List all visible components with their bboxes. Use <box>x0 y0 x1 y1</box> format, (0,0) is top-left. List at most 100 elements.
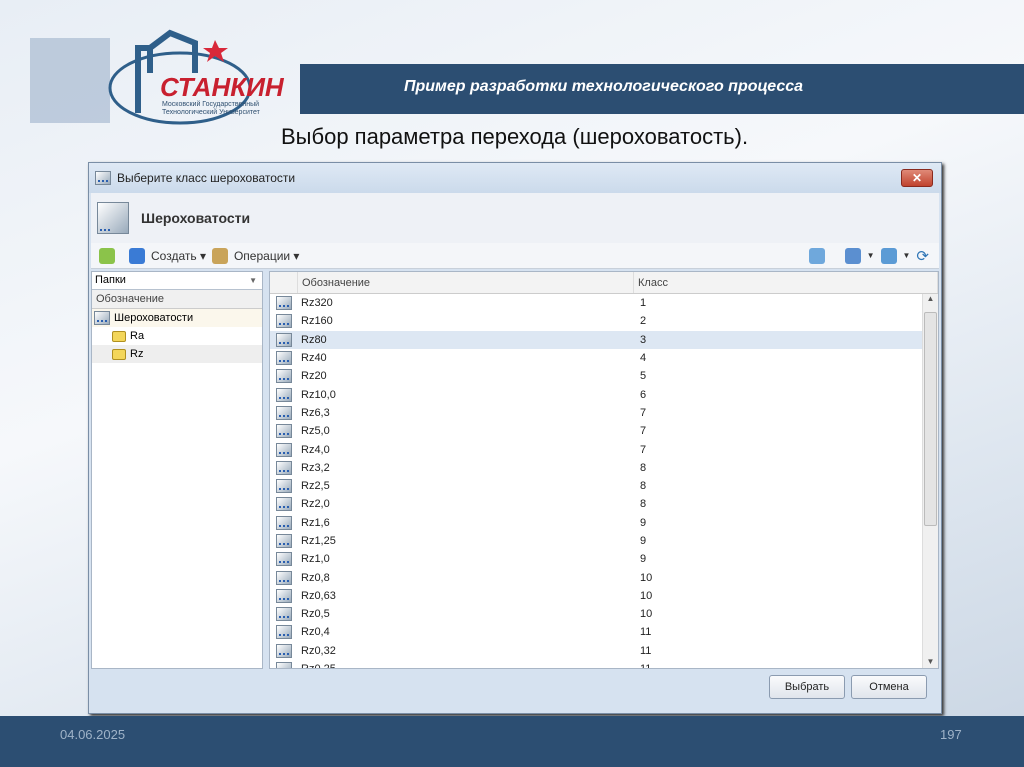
cell-class: 2 <box>640 315 647 328</box>
cell-designation: Rz0,8 <box>301 571 330 584</box>
cell-class: 1 <box>640 297 647 310</box>
cell-designation: Rz2,0 <box>301 498 330 511</box>
table-row[interactable]: Rz2,0 8 <box>270 495 938 513</box>
roughness-icon <box>276 351 292 366</box>
icon-column-header <box>270 272 298 293</box>
roughness-icon <box>276 662 292 668</box>
toolbar: Создать ▾ Операции ▾ ▼ ▼ ⟳ <box>91 243 939 269</box>
folders-selector[interactable]: Папки ▼ <box>92 272 262 290</box>
user-search-icon[interactable] <box>808 247 825 264</box>
roughness-icon <box>276 405 292 420</box>
cell-designation: Rz1,25 <box>301 535 336 547</box>
refresh-icon[interactable]: ⟳ <box>916 247 929 265</box>
scroll-up-icon[interactable]: ▲ <box>923 294 938 303</box>
roughness-icon <box>276 497 292 512</box>
edit-view-icon[interactable] <box>844 247 861 264</box>
folder-icon <box>112 330 126 342</box>
cell-designation: Rz0,5 <box>301 608 330 621</box>
cell-class: 3 <box>640 333 647 346</box>
slide-date: 04.06.2025 <box>60 727 126 742</box>
table-row[interactable]: Rz2,5 8 <box>270 477 938 495</box>
cell-class: 4 <box>640 352 647 365</box>
roughness-icon <box>276 625 292 640</box>
roughness-icon <box>276 643 292 658</box>
table-row[interactable]: Rz20 5 <box>270 367 938 385</box>
roughness-icon <box>276 479 292 494</box>
cell-class: 7 <box>640 443 647 456</box>
chevron-down-icon: ▼ <box>249 276 257 285</box>
table-row[interactable]: Rz5,0 7 <box>270 422 938 440</box>
roughness-icon <box>276 607 292 622</box>
svg-text:СТАНКИН: СТАНКИН <box>160 72 285 102</box>
grid-rows: Rz320 1 Rz160 2 Rz80 3 Rz40 4 Rz20 5 Rz10,0 6 Rz6,3 7… <box>270 294 938 668</box>
cell-designation: Rz0,4 <box>301 626 330 639</box>
cell-designation: Rz10,0 <box>301 388 336 401</box>
select-button[interactable]: Выбрать <box>769 675 845 699</box>
folder-up-icon[interactable] <box>99 247 115 264</box>
create-button[interactable]: Создать ▾ <box>151 249 206 263</box>
scroll-down-icon[interactable]: ▼ <box>923 657 938 666</box>
cell-designation: Rz1,6 <box>301 516 330 529</box>
roughness-icon <box>276 296 292 311</box>
column-header-designation[interactable]: Обозначение <box>298 272 634 293</box>
table-row[interactable]: Rz4,0 7 <box>270 440 938 458</box>
tree-node-root[interactable]: Шероховатости <box>92 309 262 327</box>
roughness-icon <box>276 332 292 347</box>
cell-class: 9 <box>640 516 647 529</box>
table-row[interactable]: Rz0,8 10 <box>270 568 938 586</box>
cell-class: 8 <box>640 461 647 474</box>
vertical-scrollbar[interactable]: ▲ ▼ <box>922 294 938 668</box>
table-row[interactable]: Rz1,6 9 <box>270 514 938 532</box>
footer-band <box>0 716 1024 767</box>
cancel-button[interactable]: Отмена <box>851 675 927 699</box>
table-row[interactable]: Rz0,32 11 <box>270 642 938 660</box>
roughness-icon <box>276 314 292 329</box>
roughness-icon <box>276 442 292 457</box>
cell-class: 8 <box>640 480 647 493</box>
roughness-icon <box>94 311 110 325</box>
cell-designation: Rz0,25 <box>298 663 634 668</box>
roughness-icon <box>276 534 292 548</box>
column-header-class[interactable]: Класс <box>634 272 938 293</box>
close-button[interactable]: ✕ <box>901 169 933 187</box>
operations-button[interactable]: Операции ▾ <box>234 249 300 263</box>
table-row[interactable]: Rz40 4 <box>270 349 938 367</box>
cell-class: 11 <box>634 663 651 668</box>
table-row[interactable]: Rz0,63 10 <box>270 587 938 605</box>
roughness-icon <box>276 460 292 475</box>
chevron-down-icon[interactable]: ▼ <box>867 251 875 260</box>
cell-designation: Rz3,2 <box>301 461 330 474</box>
svg-text:Московский Государственный: Московский Государственный <box>162 100 259 108</box>
slide-subtitle: Выбор параметра перехода (шероховатость)… <box>281 124 749 149</box>
table-row[interactable]: Rz320 1 <box>270 294 938 312</box>
tree-node-ra[interactable]: Ra <box>92 327 262 345</box>
table-row[interactable]: Rz3,2 8 <box>270 459 938 477</box>
table-row[interactable]: Rz160 2 <box>270 312 938 330</box>
roughness-icon <box>276 588 292 603</box>
cell-class: 10 <box>640 589 653 602</box>
table-row[interactable]: Rz0,2511 <box>270 660 938 668</box>
tree-node-rz[interactable]: Rz <box>92 345 262 363</box>
scrollbar-thumb[interactable] <box>924 312 937 526</box>
table-row[interactable]: Rz1,25 9 <box>270 532 938 550</box>
window-view-icon[interactable] <box>880 247 897 264</box>
cell-class: 7 <box>640 406 647 419</box>
table-row[interactable]: Rz0,5 10 <box>270 605 938 623</box>
roughness-large-icon <box>97 202 129 234</box>
table-row[interactable]: Rz1,0 9 <box>270 550 938 568</box>
table-row[interactable]: Rz6,3 7 <box>270 404 938 422</box>
chevron-down-icon[interactable]: ▼ <box>903 251 911 260</box>
tree-column-header[interactable]: Обозначение <box>92 290 262 309</box>
cell-class: 6 <box>640 388 647 401</box>
cell-designation: Rz320 <box>301 297 333 310</box>
operations-icon <box>211 247 228 264</box>
svg-text:Технологический Университет: Технологический Университет <box>162 108 261 116</box>
table-row[interactable]: Rz80 3 <box>270 330 938 349</box>
roughness-icon <box>276 387 292 402</box>
roughness-icon <box>276 552 292 567</box>
table-row[interactable]: Rz0,4 11 <box>270 623 938 641</box>
grid-header: Обозначение Класс <box>270 272 938 294</box>
cell-class: 7 <box>640 425 647 438</box>
table-row[interactable]: Rz10,0 6 <box>270 385 938 403</box>
stankin-logo: СТАНКИН Московский Государственный Техно… <box>30 29 285 125</box>
